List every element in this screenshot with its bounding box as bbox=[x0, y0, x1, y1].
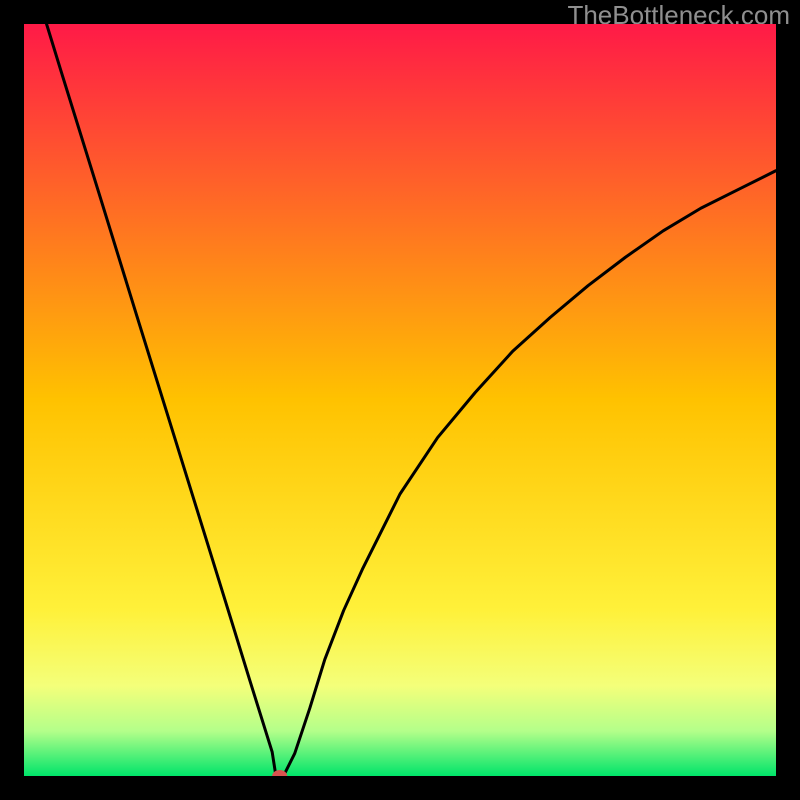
plot-background bbox=[24, 24, 776, 776]
bottleneck-plot bbox=[24, 24, 776, 776]
chart-frame: TheBottleneck.com bbox=[0, 0, 800, 800]
